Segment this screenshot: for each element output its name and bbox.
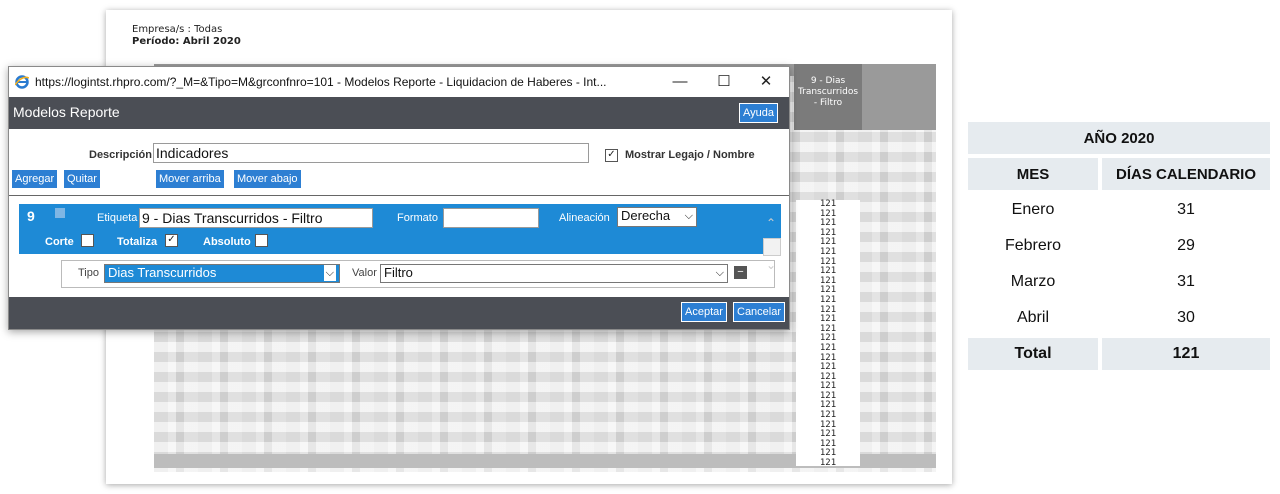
chevron-up-icon[interactable]: ⌃ bbox=[763, 216, 779, 230]
maximize-button[interactable]: ☐ bbox=[709, 71, 739, 93]
mes-header: MES bbox=[968, 158, 1098, 190]
column-header: 9 - Dias Transcurridos - Filtro bbox=[794, 64, 862, 130]
description-area: Descripción: Indicadores ✓ Mostrar Legaj… bbox=[9, 129, 789, 199]
dias-header: DÍAS CALENDARIO bbox=[1098, 158, 1270, 190]
periodo-line: Período: Abril 2020 bbox=[132, 36, 241, 47]
mes-cell: Febrero bbox=[1004, 237, 1062, 254]
table-row: Febrero 29 bbox=[968, 230, 1270, 262]
tipo-valor-row: Tipo Dias Transcurridos ⌵ Valor Filtro ⌵… bbox=[61, 260, 775, 288]
etiqueta-label: Etiqueta bbox=[97, 212, 138, 224]
tipo-label: Tipo bbox=[78, 267, 99, 279]
absoluto-label: Absoluto bbox=[203, 236, 251, 248]
column-header-line: - Filtro bbox=[813, 98, 843, 108]
mostrar-legajo-label: Mostrar Legajo / Nombre bbox=[625, 149, 755, 161]
alineacion-label: Alineación bbox=[559, 212, 610, 224]
dias-cell: 30 bbox=[1098, 302, 1270, 334]
column-header-line: Transcurridos bbox=[797, 87, 859, 97]
etiqueta-input[interactable]: 9 - Dias Transcurridos - Filtro bbox=[139, 208, 373, 228]
totaliza-checkbox[interactable]: ✓ bbox=[165, 234, 178, 247]
agregar-button[interactable]: Agregar bbox=[11, 169, 59, 189]
mover-abajo-button[interactable]: Mover abajo bbox=[233, 169, 302, 189]
total-label: Total bbox=[968, 338, 1098, 370]
table-row: Enero 31 bbox=[968, 194, 1270, 226]
descripcion-label: Descripción: bbox=[89, 149, 156, 161]
column-item-row: 9 Etiqueta 9 - Dias Transcurridos - Filt… bbox=[19, 204, 781, 254]
total-value: 121 bbox=[1098, 338, 1270, 370]
dias-cell: 31 bbox=[1098, 266, 1270, 298]
table-title: AÑO 2020 bbox=[968, 122, 1270, 154]
formato-label: Formato bbox=[397, 212, 438, 224]
tipo-value: Dias Transcurridos bbox=[108, 265, 217, 280]
tipo-select[interactable]: Dias Transcurridos ⌵ bbox=[104, 264, 340, 283]
valor-value: Filtro bbox=[384, 265, 413, 280]
column-header-line: 9 - Dias bbox=[810, 76, 846, 86]
internet-explorer-icon bbox=[15, 75, 29, 89]
help-button[interactable]: Ayuda bbox=[739, 103, 778, 123]
mes-cell: Abril bbox=[1016, 309, 1049, 326]
window-url: https://logintst.rhpro.com/?_M=&Tipo=M&g… bbox=[35, 75, 607, 89]
minimize-button[interactable]: — bbox=[665, 71, 695, 93]
dias-cell: 29 bbox=[1098, 230, 1270, 262]
column-values: 121 121 121 121 121 121 121 121 121 121 121 121 121 1… bbox=[796, 199, 860, 469]
drag-handle-icon[interactable] bbox=[55, 208, 65, 218]
totaliza-label: Totaliza bbox=[117, 236, 158, 248]
mover-arriba-button[interactable]: Mover arriba bbox=[155, 169, 225, 189]
mostrar-legajo-checkbox[interactable]: ✓ bbox=[605, 149, 618, 162]
absoluto-checkbox[interactable] bbox=[255, 234, 268, 247]
dialog-title: Modelos Reporte bbox=[13, 104, 120, 120]
table-row: Abril 30 bbox=[968, 302, 1270, 334]
close-button[interactable]: ✕ bbox=[751, 71, 781, 93]
cancelar-button[interactable]: Cancelar bbox=[733, 302, 786, 322]
modelos-reporte-window: https://logintst.rhpro.com/?_M=&Tipo=M&g… bbox=[8, 66, 790, 330]
remove-icon[interactable]: − bbox=[734, 266, 747, 279]
alineacion-select[interactable]: Derecha ⌵ bbox=[617, 207, 697, 227]
chevron-down-icon: ⌵ bbox=[715, 267, 724, 279]
table-body: Enero 31 Febrero 29 Marzo 31 Abril 30 bbox=[968, 194, 1270, 334]
empresa-line: Empresa/s : Todas bbox=[132, 24, 223, 35]
dialog-header: Modelos Reporte Ayuda bbox=[9, 97, 789, 129]
quitar-button[interactable]: Quitar bbox=[63, 169, 101, 189]
column-editor-panel: 9 Etiqueta 9 - Dias Transcurridos - Filt… bbox=[9, 195, 789, 298]
mes-cell: Enero bbox=[1011, 201, 1055, 218]
descripcion-input[interactable]: Indicadores bbox=[153, 143, 589, 163]
column-value: 121 bbox=[819, 458, 837, 469]
corte-checkbox[interactable] bbox=[81, 234, 94, 247]
valor-select[interactable]: Filtro ⌵ bbox=[380, 264, 728, 283]
window-titlebar: https://logintst.rhpro.com/?_M=&Tipo=M&g… bbox=[9, 67, 789, 97]
dialog-footer: Aceptar Cancelar bbox=[9, 297, 789, 329]
valor-label: Valor bbox=[352, 267, 377, 279]
table-row: Marzo 31 bbox=[968, 266, 1270, 298]
chevron-down-icon: ⌵ bbox=[684, 210, 693, 222]
mes-cell: Marzo bbox=[1010, 273, 1056, 290]
aceptar-button[interactable]: Aceptar bbox=[681, 302, 727, 322]
chevron-down-icon: ⌵ bbox=[323, 265, 336, 281]
calendar-days-table: AÑO 2020 MES DÍAS CALENDARIO Enero 31 Febr… bbox=[968, 118, 1270, 374]
alineacion-value: Derecha bbox=[621, 208, 671, 223]
item-number: 9 bbox=[27, 208, 35, 224]
item-selector-box[interactable] bbox=[763, 238, 781, 256]
formato-input[interactable] bbox=[443, 208, 539, 228]
dias-cell: 31 bbox=[1098, 194, 1270, 226]
corte-label: Corte bbox=[45, 236, 74, 248]
